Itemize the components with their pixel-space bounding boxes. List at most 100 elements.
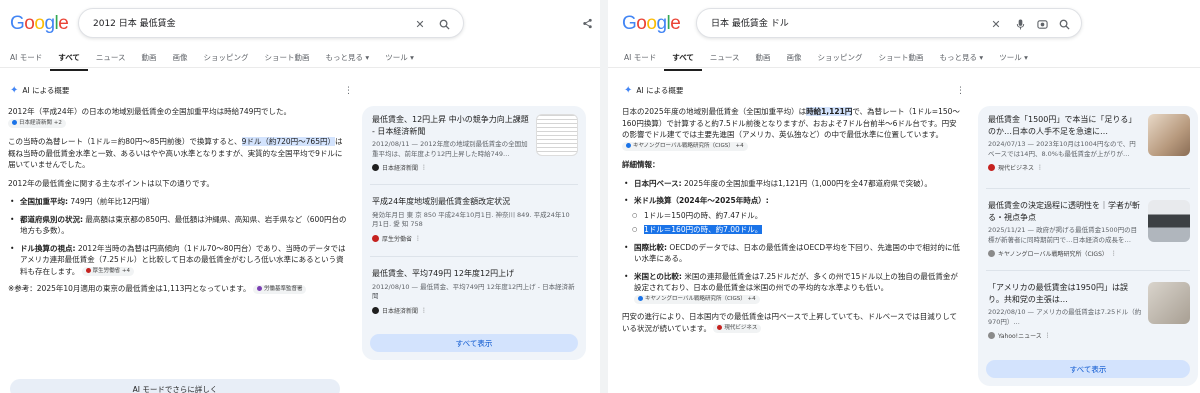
list-item-text: 米国の連邦最低賃金は7.25ドルだが、多くの州で15ドル以上の独自の最低賃金が設… xyxy=(634,271,958,293)
search-query[interactable]: 日本 最低賃金 ドル xyxy=(711,16,789,29)
card-divider xyxy=(986,188,1190,189)
lens-search-icon[interactable] xyxy=(1033,15,1051,33)
tabs-divider xyxy=(0,67,600,68)
card-title[interactable]: 最低賃金、12円上昇 中小の競争力向上課題 - 日本経済新聞 xyxy=(372,114,530,137)
card-snippet: 2024/07/13 — 2023年10月は1004円なので、円ベースでは14円… xyxy=(988,140,1136,158)
more-options-icon[interactable]: ⋮ xyxy=(1037,164,1043,171)
points-intro: 2012年の最低賃金に関する主なポイントは以下の通りです。 xyxy=(8,178,214,188)
clear-icon[interactable]: ✕ xyxy=(987,15,1005,33)
card-title[interactable]: 最低賃金の決定過程に透明性を｜学者が斬る・視点争点 xyxy=(988,200,1142,223)
logo-letter: o xyxy=(636,13,647,34)
article-thumbnail[interactable] xyxy=(1148,200,1190,242)
tab-shopping[interactable]: ショッピング xyxy=(196,52,257,71)
ai-overview-header: ✦ AI による概要 xyxy=(624,85,683,96)
ai-mode-more-button[interactable]: AI モードでさらに詳しく xyxy=(10,379,340,393)
ai-overview-header: ✦ AI による概要 xyxy=(10,85,69,96)
tab-more[interactable]: もっと見る ▾ xyxy=(932,52,992,71)
source-favicon-icon xyxy=(256,285,262,291)
search-query[interactable]: 2012 日本 最低賃金 xyxy=(93,16,176,29)
source-chip[interactable]: 厚生労働省 +4 xyxy=(81,267,134,276)
summary-paragraph: 2012年（平成24年）の日本の地域別最低賃金の全国加重平均は時給749円でした… xyxy=(8,106,348,129)
source-chip[interactable]: キヤノングローバル戦略研究所（CIGS） +4 xyxy=(622,142,748,151)
tab-images[interactable]: 画像 xyxy=(165,52,196,71)
tab-tools[interactable]: ツール ▾ xyxy=(377,52,422,71)
list-item-label: 米ドル換算（2024年〜2025年時点）: xyxy=(634,196,769,205)
source-chip[interactable]: 現代ビジネス xyxy=(713,324,762,333)
article-thumbnail[interactable] xyxy=(536,114,578,156)
share-icon[interactable] xyxy=(578,14,596,32)
right-search-window: Google 日本 最低賃金 ドル ✕ AI モード すべて ニュース 動画 画… xyxy=(608,0,1200,393)
highlighted-text: 9ドル（約720円〜765円） xyxy=(241,137,335,146)
card-snippet: 2022/08/10 — アメリカの最低賃金は7.25ドル（約970円）… xyxy=(988,308,1142,326)
show-all-button[interactable]: すべて表示 xyxy=(370,334,578,352)
more-options-icon[interactable]: ⋮ xyxy=(421,164,427,171)
sparkle-icon: ✦ xyxy=(10,85,19,96)
article-thumbnail[interactable] xyxy=(1148,114,1190,156)
ai-overview-label: AI による概要 xyxy=(22,86,70,95)
source-favicon-icon xyxy=(988,332,995,339)
voice-search-icon[interactable] xyxy=(1011,15,1029,33)
card-title[interactable]: 最低賃金「1500円」で本当に「足りる」のか…日本の人手不足を急速に… xyxy=(988,114,1142,137)
list-item: ドル換算の視点: 2012年当時の為替は円高傾向（1ドル70〜80円台）であり、… xyxy=(8,243,348,278)
card-title[interactable]: 最低賃金、平均749円 12年度12円上げ xyxy=(372,268,576,280)
sources-panel: 最低賃金、12円上昇 中小の競争力向上課題 - 日本経済新聞 2012/08/1… xyxy=(362,106,586,360)
list-item: 国際比較: OECDのデータでは、日本の最低賃金はOECD平均を下回り、先進国の… xyxy=(622,242,962,265)
tab-short-videos[interactable]: ショート動画 xyxy=(871,52,932,71)
tab-images[interactable]: 画像 xyxy=(779,52,810,71)
more-options-icon[interactable]: ⋮ xyxy=(1111,250,1117,257)
card-title[interactable]: 平成24年度地域別最低賃金額改定状況 xyxy=(372,196,576,208)
tab-ai-mode[interactable]: AI モード xyxy=(616,52,664,71)
tab-videos[interactable]: 動画 xyxy=(134,52,165,71)
tab-ai-mode[interactable]: AI モード xyxy=(2,52,50,71)
list-item-label: 米国との比較: xyxy=(634,271,682,281)
exchange-text-a: この当時の為替レート（1ドル＝約80円〜85円前後）で換算すると、 xyxy=(8,137,242,146)
source-chip[interactable]: 労働基準監督署 xyxy=(252,284,307,294)
logo-letter: e xyxy=(670,13,681,34)
article-thumbnail[interactable] xyxy=(1148,282,1190,324)
more-options-icon[interactable]: ⋮ xyxy=(1045,332,1051,339)
tab-all[interactable]: すべて xyxy=(50,52,88,71)
source-favicon-icon xyxy=(372,164,379,171)
google-logo[interactable]: Google xyxy=(622,13,681,35)
list-item-text: 749円（前年比12円増） xyxy=(68,197,155,206)
search-box[interactable]: 日本 最低賃金 ドル ✕ xyxy=(696,8,1082,38)
more-options-icon[interactable]: ⋮ xyxy=(344,86,353,96)
tab-videos[interactable]: 動画 xyxy=(748,52,779,71)
ai-overview-body: 2012年（平成24年）の日本の地域別最低賃金の全国加重平均は時給749円でした… xyxy=(8,106,348,302)
card-source: 厚生労働省 ⋮ xyxy=(372,234,576,243)
card-source-name: Yahoo!ニュース xyxy=(998,333,1042,340)
source-favicon-icon xyxy=(988,250,995,257)
source-card[interactable]: 最低賃金、平均749円 12年度12円上げ 2012/08/10 — 最低賃金、… xyxy=(362,260,586,323)
logo-letter: o xyxy=(34,13,45,34)
source-favicon-icon xyxy=(988,164,995,171)
tab-all[interactable]: すべて xyxy=(664,52,702,71)
card-title[interactable]: 「アメリカの最低賃金は1950円」は誤り。共和党の主張は… xyxy=(988,282,1142,305)
source-chip[interactable]: キヤノングローバル戦略研究所（CIGS） +4 xyxy=(634,295,760,304)
search-icon[interactable] xyxy=(435,15,453,33)
source-card[interactable]: 平成24年度地域別最低賃金額改定状況 発効年月日 東 京 850 平成24年10… xyxy=(362,188,586,251)
more-options-icon[interactable]: ⋮ xyxy=(956,86,965,96)
show-all-button[interactable]: すべて表示 xyxy=(986,360,1190,378)
source-chip-label: 厚生労働省 +4 xyxy=(92,268,130,274)
source-chip[interactable]: 日本経済新聞 +2 xyxy=(8,119,66,128)
google-logo[interactable]: Google xyxy=(10,13,69,35)
card-snippet: 2012/08/10 — 最低賃金、平均749円 12年度12円上げ - 日本経… xyxy=(372,282,575,301)
card-source-name: 日本経済新聞 xyxy=(382,165,419,172)
more-options-icon[interactable]: ⋮ xyxy=(415,235,421,242)
tab-short-videos[interactable]: ショート動画 xyxy=(257,52,318,71)
closing-paragraph: 円安の進行により、日本国内での最低賃金は円ベースで上昇していても、ドルベースでは… xyxy=(622,311,962,334)
list-item-text: 2025年度の全国加重平均は1,121円（1,000円を全47都道府県で突破）。 xyxy=(681,178,932,188)
clear-icon[interactable]: ✕ xyxy=(411,15,429,33)
tab-shopping[interactable]: ショッピング xyxy=(810,52,871,71)
tab-news[interactable]: ニュース xyxy=(88,52,134,71)
card-divider xyxy=(370,184,578,185)
tab-more[interactable]: もっと見る ▾ xyxy=(318,52,378,71)
list-item: 米国との比較: 米国の連邦最低賃金は7.25ドルだが、多くの州で15ドル以上の独… xyxy=(622,271,962,306)
tab-news[interactable]: ニュース xyxy=(702,52,748,71)
list-item: 全国加重平均: 749円（前年比12円増） xyxy=(8,196,348,208)
more-options-icon[interactable]: ⋮ xyxy=(421,307,427,314)
points-list: 全国加重平均: 749円（前年比12円増） 都道府県別の状況: 最高額は東京都の… xyxy=(8,196,348,277)
search-icon[interactable] xyxy=(1055,15,1073,33)
search-box[interactable]: 2012 日本 最低賃金 ✕ xyxy=(78,8,464,38)
tab-tools[interactable]: ツール ▾ xyxy=(991,52,1036,71)
